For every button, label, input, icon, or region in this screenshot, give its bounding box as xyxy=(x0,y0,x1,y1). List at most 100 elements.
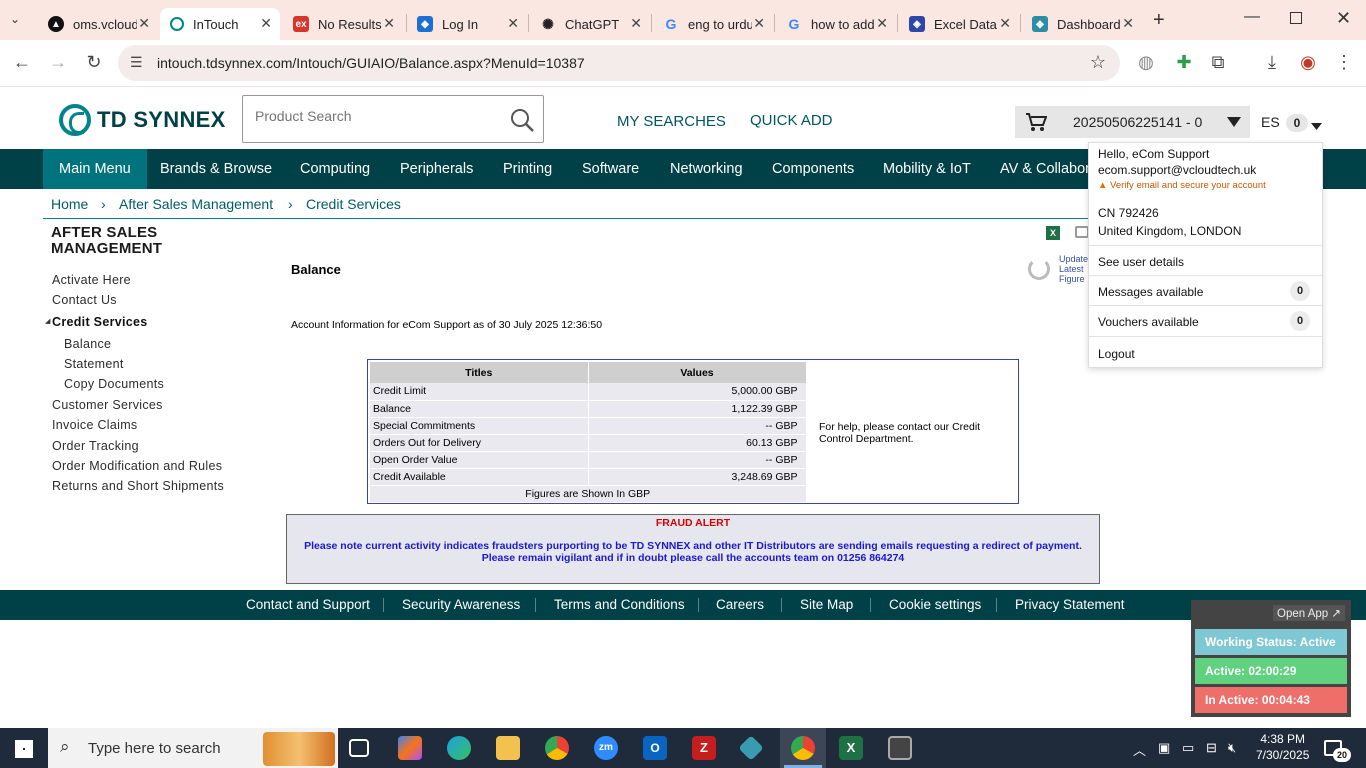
sidebar-item-statement[interactable]: Statement xyxy=(64,357,124,371)
new-tab-plus-icon[interactable]: + xyxy=(1153,9,1165,32)
messages-link[interactable]: Messages available xyxy=(1098,285,1203,299)
file-explorer-icon[interactable] xyxy=(496,736,520,760)
volume-muted-icon[interactable]: 🔇︎ xyxy=(1228,740,1236,756)
back-arrow-icon[interactable]: ← xyxy=(10,52,34,73)
menu-av-collaboration[interactable]: AV & Collabor xyxy=(1000,149,1088,189)
logout-link[interactable]: Logout xyxy=(1098,347,1135,361)
sidebar-item-balance[interactable]: Balance xyxy=(64,337,111,351)
menu-mobility-iot[interactable]: Mobility & IoT xyxy=(883,149,971,189)
user-menu-caret-icon[interactable] xyxy=(1311,117,1322,135)
sidebar-item-activate-here[interactable]: Activate Here xyxy=(52,273,131,287)
menu-computing[interactable]: Computing xyxy=(300,149,370,189)
app-diamond-icon[interactable] xyxy=(738,735,764,761)
menu-main-menu[interactable]: Main Menu xyxy=(43,149,147,189)
footer-site-map[interactable]: Site Map xyxy=(800,597,853,612)
system-clock[interactable]: 4:38 PM 7/30/2025 xyxy=(1256,731,1309,763)
chrome-active-icon[interactable] xyxy=(791,736,815,760)
menu-printing[interactable]: Printing xyxy=(503,149,552,189)
windows-start-icon[interactable] xyxy=(15,740,33,758)
print-icon[interactable] xyxy=(1075,226,1089,238)
download-icon[interactable]: ⤓ xyxy=(1260,52,1284,73)
bookmark-star-icon[interactable]: ☆ xyxy=(1090,52,1106,73)
product-search-input[interactable] xyxy=(255,108,495,124)
menu-software[interactable]: Software xyxy=(582,149,639,189)
tab-log-in[interactable]: ◆ Log In ✕ xyxy=(407,8,527,40)
tab-eng-to-urdu[interactable]: G eng to urdu ✕ xyxy=(653,8,773,40)
cart-selector[interactable]: 20250506225141 - 0 xyxy=(1015,106,1250,138)
footer-careers[interactable]: Careers xyxy=(716,597,764,612)
copilot-icon[interactable] xyxy=(398,736,422,760)
tab-list-chevron-icon[interactable]: ⌄ xyxy=(10,12,20,26)
task-view-icon[interactable] xyxy=(349,739,369,757)
edge-icon[interactable] xyxy=(447,736,471,760)
footer-privacy[interactable]: Privacy Statement xyxy=(1015,597,1125,612)
tab-no-results[interactable]: ex No Results ✕ xyxy=(283,8,403,40)
footer-contact-support[interactable]: Contact and Support xyxy=(246,597,370,612)
quick-add-link[interactable]: QUICK ADD xyxy=(750,112,833,129)
td-synnex-logo[interactable]: TD SYNNEX xyxy=(59,104,226,136)
close-icon[interactable]: ✕ xyxy=(383,15,395,32)
sidebar-item-customer-services[interactable]: Customer Services xyxy=(52,398,163,412)
tab-excel-data[interactable]: ◈ Excel Data ✕ xyxy=(899,8,1019,40)
calculator-icon[interactable] xyxy=(888,736,912,760)
menu-brands-browse[interactable]: Brands & Browse xyxy=(160,149,272,189)
refresh-icon[interactable] xyxy=(1028,258,1050,280)
see-user-details-link[interactable]: See user details xyxy=(1098,255,1184,269)
close-icon[interactable]: ✕ xyxy=(999,15,1011,32)
taskbar-search-box[interactable]: ⌕ Type here to search xyxy=(48,728,338,768)
globe-icon[interactable]: ◍ xyxy=(1134,52,1158,73)
tab-oms[interactable]: ▲ oms.vcloudtech ✕ xyxy=(38,8,158,40)
open-app-button[interactable]: Open App ↗ xyxy=(1273,605,1345,621)
breadcrumb-credit-services[interactable]: Credit Services xyxy=(306,196,401,212)
battery-icon[interactable]: ▭ xyxy=(1182,740,1194,756)
profile-icon[interactable]: ◉ xyxy=(1296,52,1320,73)
footer-terms[interactable]: Terms and Conditions xyxy=(554,597,685,612)
minimize-icon[interactable]: — xyxy=(1244,8,1260,26)
close-icon[interactable]: ✕ xyxy=(138,15,150,32)
sidebar-item-returns[interactable]: Returns and Short Shipments xyxy=(52,479,224,493)
chrome-icon[interactable] xyxy=(545,736,569,760)
language-label[interactable]: ES xyxy=(1261,114,1280,130)
footer-security-awareness[interactable]: Security Awareness xyxy=(402,597,520,612)
breadcrumb-after-sales[interactable]: After Sales Management xyxy=(119,196,273,212)
menu-networking[interactable]: Networking xyxy=(670,149,743,189)
close-icon[interactable]: ✕ xyxy=(876,15,888,32)
close-icon[interactable]: ✕ xyxy=(260,15,272,32)
close-icon[interactable]: ✕ xyxy=(753,15,765,32)
forward-arrow-icon[interactable]: → xyxy=(46,52,70,73)
sidebar-item-contact-us[interactable]: Contact Us xyxy=(52,293,117,307)
menu-components[interactable]: Components xyxy=(772,149,854,189)
my-searches-link[interactable]: MY SEARCHES xyxy=(617,113,726,130)
restore-icon[interactable] xyxy=(1290,12,1302,24)
sidebar-item-copy-documents[interactable]: Copy Documents xyxy=(64,377,164,391)
sidebar-item-credit-services[interactable]: Credit Services xyxy=(52,315,148,329)
breadcrumb-home[interactable]: Home xyxy=(51,196,88,212)
network-icon[interactable]: ⊟ xyxy=(1206,740,1217,756)
extensions-puzzle-icon[interactable]: ⧉ xyxy=(1206,52,1230,73)
menu-peripherals[interactable]: Peripherals xyxy=(400,149,473,189)
excel-export-icon[interactable]: X xyxy=(1046,226,1060,240)
close-window-icon[interactable]: ✕ xyxy=(1336,8,1351,29)
close-icon[interactable]: ✕ xyxy=(507,15,519,32)
search-icon[interactable] xyxy=(509,107,535,133)
show-hidden-icons-chevron-icon[interactable]: ︿ xyxy=(1133,740,1146,759)
close-icon[interactable]: ✕ xyxy=(1122,15,1134,32)
footer-cookie-settings[interactable]: Cookie settings xyxy=(889,597,981,612)
sidebar-item-order-modification[interactable]: Order Modification and Rules xyxy=(52,459,222,473)
sidebar-item-order-tracking[interactable]: Order Tracking xyxy=(52,439,139,453)
filezilla-icon[interactable]: Z xyxy=(692,736,716,760)
url-text[interactable]: intouch.tdsynnex.com/Intouch/GUIAIO/Bala… xyxy=(157,55,585,71)
close-icon[interactable]: ✕ xyxy=(630,15,642,32)
zoom-icon[interactable]: zm xyxy=(594,736,618,760)
outlook-icon[interactable]: O xyxy=(643,736,667,760)
extension-green-icon[interactable]: ✚ xyxy=(1172,52,1196,73)
cart-dropdown-arrow-icon[interactable] xyxy=(1218,106,1250,138)
tab-dashboard[interactable]: ◆ Dashboard ✕ xyxy=(1022,8,1142,40)
excel-icon[interactable]: X xyxy=(839,736,863,760)
verify-email-link[interactable]: ▲ Verify email and secure your account xyxy=(1098,180,1266,191)
site-info-icon[interactable]: ☰ xyxy=(130,54,143,71)
tab-chatgpt[interactable]: ✺ ChatGPT ✕ xyxy=(530,8,650,40)
vouchers-link[interactable]: Vouchers available xyxy=(1098,315,1199,329)
address-bar[interactable]: ☰ intouch.tdsynnex.com/Intouch/GUIAIO/Ba… xyxy=(118,45,1120,81)
tab-intouch[interactable]: InTouch ✕ xyxy=(160,8,280,40)
